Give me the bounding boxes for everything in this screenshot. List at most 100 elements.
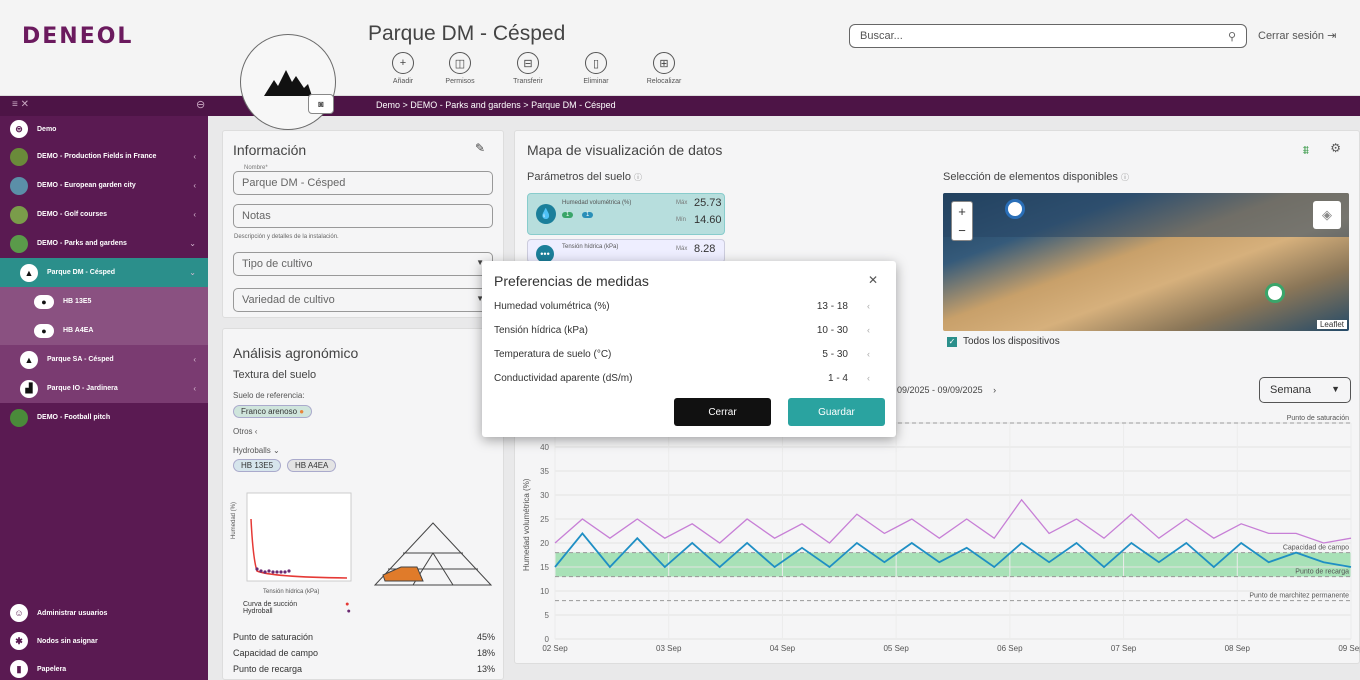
hb-tag[interactable]: HB 13E5 [233,459,282,472]
notes-field[interactable]: Notas [233,204,493,228]
sidebar-item-parque-dm[interactable]: ▲ Parque DM - Césped ⌄ [0,258,208,287]
sidebar-item-hb13e5[interactable]: ● HB 13E5 [0,287,208,316]
chevron-left-icon[interactable]: ‹ [867,325,870,335]
save-button[interactable]: Guardar [788,398,885,426]
param-card-moisture[interactable]: 💧 Humedad volumétrica (%) 1 1 Máx 25.73 … [527,193,725,235]
delete-button[interactable]: ▯ Eliminar [562,52,630,85]
sidebar-item-parque-sa[interactable]: ▲ Parque SA - Césped ‹ [0,345,208,374]
close-button[interactable]: Cerrar [674,398,771,426]
info-icon[interactable]: ⓘ [634,173,642,182]
crop-type-select[interactable]: Tipo de cultivo ▼ [233,252,493,276]
pref-value: 1 - 4 [827,373,848,384]
trash-button[interactable]: ▮ Papelera [0,656,208,680]
zoom-controls[interactable]: + − [951,201,973,241]
plus-icon: + [392,52,414,74]
logout-label: Cerrar sesión [1258,30,1325,42]
relocate-button[interactable]: ⊞ Relocalizar [630,52,698,85]
permissions-button[interactable]: ◫ Permisos [426,52,494,85]
sidebar-item-hba4ea[interactable]: ● HB A4EA [0,316,208,345]
chevron-left-icon[interactable]: ‹ [867,373,870,383]
name-value: Parque DM - Césped [242,177,346,189]
chevron-down-icon[interactable]: ⌄ [189,268,196,277]
page-title: Parque DM - Césped [368,22,566,45]
pref-label: Tensión hídrica (kPa) [494,325,588,336]
add-button[interactable]: + Añadir [380,52,426,85]
pref-row[interactable]: Conductividad aparente (dS/m) 1 - 4 ‹ [494,373,886,384]
hb-tag[interactable]: HB A4EA [287,459,337,472]
hydroballs-toggle[interactable]: Hydroballs ⌄ [233,446,280,455]
camera-icon[interactable]: ◙ [308,94,334,114]
x-tick-label: 02 Sep [542,644,568,653]
y-tick-label: 40 [540,443,549,452]
chevron-left-icon[interactable]: ‹ [193,384,196,393]
chart-toggle-icon[interactable]: ⩩ [1303,143,1309,158]
settings-icon[interactable]: ⚙ [1330,141,1341,155]
layers-icon[interactable]: ◈ [1313,201,1341,229]
param-badge: 1 [582,212,594,218]
sidebar: ⊜ Demo DEMO - Production Fields in France… [0,116,208,680]
chevron-left-icon[interactable]: ‹ [193,355,196,364]
y-tick-label: 30 [540,491,549,500]
edit-icon[interactable]: ✎ [475,141,485,155]
sidebar-item-european[interactable]: DEMO - European garden city ‹ [0,171,208,200]
sidebar-item-football[interactable]: DEMO - Football pitch [0,403,208,432]
menu-icon[interactable]: ≡ ✕ [12,99,29,110]
chevron-left-icon[interactable]: ‹ [193,181,196,190]
legend-suction: Curva de succión ● [243,601,351,608]
date-range[interactable]: 09/2025 - 09/09/2025 › [897,385,996,395]
legend-suction-label: Curva de succión [243,601,298,608]
close-icon[interactable]: ✕ [868,273,878,287]
chevron-left-icon[interactable]: ‹ [193,152,196,161]
search-input[interactable]: Buscar... ⚲ [849,24,1247,48]
stat-row: Punto de saturación 45% [233,632,495,648]
chevron-left-icon[interactable]: ‹ [867,301,870,311]
others-toggle[interactable]: Otros ‹ [233,427,257,436]
sidebar-item-demo[interactable]: ⊜ Demo [0,116,208,142]
chevron-left-icon[interactable]: ‹ [193,210,196,219]
caret-down-icon: ▼ [1331,384,1340,394]
sidebar-item-parque-io[interactable]: ▟ Parque IO - Jardinera ‹ [0,374,208,403]
param-card-tension[interactable]: ••• Tensión hídrica (kPa) Máx 8.28 [527,239,725,263]
name-field[interactable]: Nombre* Parque DM - Césped [233,165,493,195]
admin-users-button[interactable]: ☺ Administrar usuarios [0,600,208,626]
plot-legend: Curva de succión ● Hydroball ● [243,601,351,615]
pref-row[interactable]: Humedad volumétrica (%) 13 - 18 ‹ [494,301,886,312]
breadcrumb[interactable]: Demo > DEMO - Parks and gardens > Parque… [376,100,616,110]
device-marker[interactable] [1265,283,1285,303]
app-logo[interactable]: DENEOL [22,24,133,49]
info-icon[interactable]: ⓘ [1121,173,1129,182]
leaflet-attribution[interactable]: Leaflet [1316,320,1347,329]
sensor-icon: ● [34,294,54,309]
sidebar-item-label: Parque SA - Césped [47,356,114,363]
crop-variety-select[interactable]: Variedad de cultivo ▼ [233,288,493,312]
chevron-right-icon[interactable]: › [993,385,996,395]
all-devices-label: Todos los dispositivos [963,336,1060,347]
sidebar-item-label: HB A4EA [63,327,94,334]
satellite-map[interactable]: + − ◈ Leaflet [943,193,1349,331]
pref-row[interactable]: Tensión hídrica (kPa) 10 - 30 ‹ [494,325,886,336]
zoom-out-button[interactable]: − [952,221,972,240]
stat-value: 18% [476,648,495,658]
all-devices-checkbox[interactable]: ✓ Todos los dispositivos [947,336,1060,347]
planter-icon: ▟ [20,379,38,398]
chevron-down-icon[interactable]: ⌄ [189,239,196,248]
project-avatar[interactable] [240,34,336,130]
period-select[interactable]: Semana ▼ [1259,377,1351,403]
sidebar-item-golf[interactable]: DEMO - Golf courses ‹ [0,200,208,229]
collapse-icon[interactable]: ⊖ [196,98,205,111]
search-icon[interactable]: ⚲ [1228,30,1236,43]
chevron-left-icon[interactable]: ‹ [867,349,870,359]
zoom-in-button[interactable]: + [952,202,972,221]
device-marker[interactable] [1005,199,1025,219]
sidebar-item-production[interactable]: DEMO - Production Fields in France ‹ [0,142,208,171]
relocate-label: Relocalizar [646,78,682,85]
chart-ylabel: Humedad volumétrica (%) [522,478,531,571]
pref-row[interactable]: Temperatura de suelo (°C) 5 - 30 ‹ [494,349,886,360]
ref-soil-tag[interactable]: Franco arenoso ● [233,405,313,418]
unassigned-nodes-button[interactable]: ✱ Nodos sin asignar [0,628,208,654]
selection-title: Selección de elementos disponibles ⓘ [943,171,1129,183]
transfer-button[interactable]: ⊟ Transferir [494,52,562,85]
moisture-chart: Humedad volumétrica (%) 0 5 10 15 20 25 30 35 40… [522,415,1360,653]
logout-button[interactable]: Cerrar sesión ⇥ [1258,29,1336,42]
sidebar-item-parks[interactable]: DEMO - Parks and gardens ⌄ [0,229,208,258]
